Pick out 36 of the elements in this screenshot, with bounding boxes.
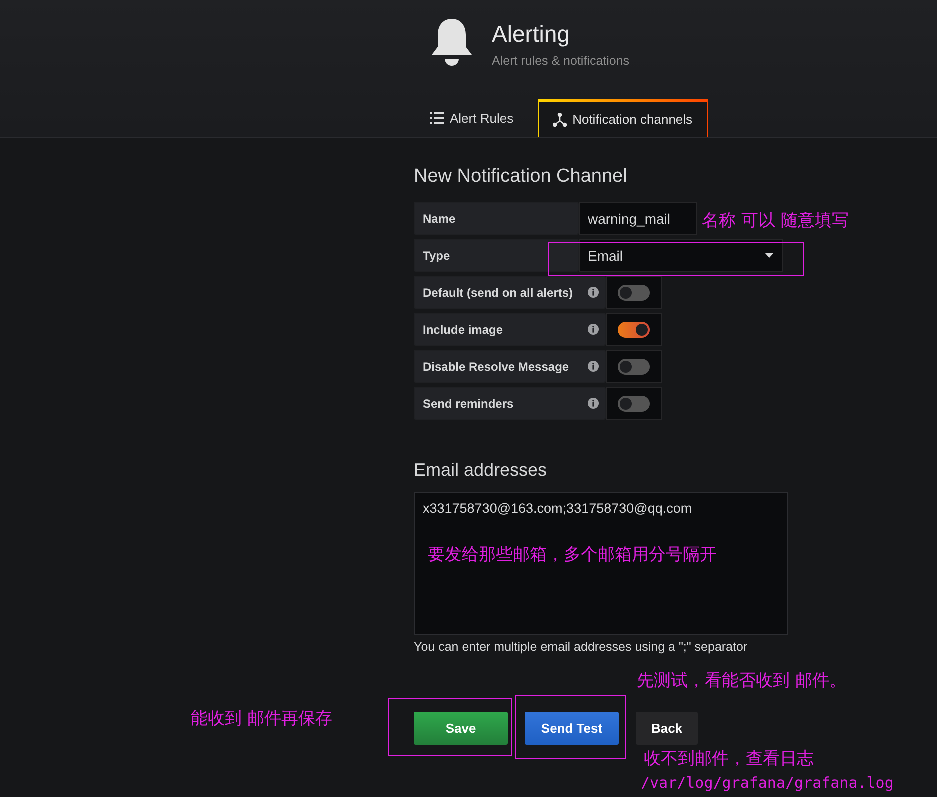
annotation-text: 名称 可以 随意填写 [702, 213, 849, 230]
list-icon [430, 112, 444, 124]
annotation-text: 先测试，看能否收到 邮件。 [637, 673, 846, 690]
form-title: New Notification Channel [414, 166, 628, 188]
page-subtitle: Alert rules & notifications [492, 54, 630, 68]
help-text: You can enter multiple email addresses using a ";" separator [414, 640, 749, 654]
bell-icon [430, 17, 474, 69]
toggle-switch[interactable] [618, 284, 650, 300]
save-button[interactable]: Save [414, 712, 508, 745]
field-label: Name [414, 202, 579, 235]
annotation-text: 收不到邮件，查看日志 [644, 751, 814, 768]
toggle-switch[interactable] [618, 322, 650, 338]
switch-label: Default (send on all alerts) [423, 286, 574, 300]
info-icon [588, 287, 599, 298]
info-icon [588, 398, 599, 409]
switch-label: Disable Resolve Message [423, 360, 570, 374]
name-field[interactable]: warning_mail [579, 202, 697, 235]
back-button[interactable]: Back [636, 712, 698, 745]
toggle-switch[interactable] [618, 358, 650, 374]
annotation-text: 能收到 邮件再保存 [191, 711, 332, 728]
section-title: Email addresses [414, 460, 548, 481]
info-icon [588, 361, 599, 372]
caret-icon [765, 253, 774, 258]
switch-label: Send reminders [423, 396, 514, 410]
send-test-button[interactable]: Send Test [525, 712, 619, 745]
info-icon [588, 324, 599, 335]
field-label: Type [414, 239, 579, 272]
tab[interactable]: Alert Rules [430, 99, 534, 137]
network-icon [552, 112, 567, 126]
tab[interactable]: Notification channels [538, 99, 708, 137]
type-select[interactable]: Email [579, 239, 783, 272]
annotation-text: 要发给那些邮箱，多个邮箱用分号隔开 [428, 547, 717, 564]
page-title: Alerting [492, 21, 571, 48]
annotation-text: /var/log/grafana/grafana.log [641, 776, 894, 791]
toggle-switch[interactable] [618, 396, 650, 412]
switch-label: Include image [423, 322, 504, 336]
